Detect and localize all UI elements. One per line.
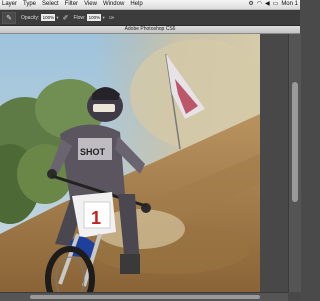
menu-filter[interactable]: Filter xyxy=(62,0,81,9)
gear-icon[interactable]: ⚙ xyxy=(248,0,253,9)
pressure-opacity-icon[interactable]: ✐ xyxy=(63,14,69,22)
wifi-icon[interactable]: ◠ xyxy=(257,0,262,9)
flow-dropdown-icon[interactable]: ▾ xyxy=(102,15,104,21)
battery-icon[interactable]: ▭ xyxy=(273,0,279,9)
airbrush-icon[interactable]: ✑ xyxy=(109,14,115,22)
vertical-scroll-thumb[interactable] xyxy=(292,82,298,202)
canvas-area[interactable]: SHOT 1 xyxy=(0,34,301,301)
menu-window[interactable]: Window xyxy=(100,0,127,9)
volume-icon[interactable]: ◀ xyxy=(265,0,270,9)
vertical-scrollbar[interactable] xyxy=(288,34,301,292)
brush-tool-icon[interactable]: ✎ xyxy=(2,11,16,24)
rider-number: 1 xyxy=(91,208,101,228)
menu-type[interactable]: Type xyxy=(20,0,39,9)
jersey-text: SHOT xyxy=(80,147,106,157)
menu-help[interactable]: Help xyxy=(127,0,145,9)
menu-select[interactable]: Select xyxy=(39,0,62,9)
window-title: Adobe Photoshop CS6 xyxy=(124,26,176,32)
menu-clock[interactable]: Mon 1 xyxy=(281,0,298,9)
flow-field[interactable]: 100% xyxy=(87,14,102,21)
menu-bar: Layer Type Select Filter View Window Hel… xyxy=(0,0,300,10)
status-area: ⚙ ◠ ◀ ▭ Mon 1 xyxy=(245,0,298,9)
horizontal-scroll-thumb[interactable] xyxy=(30,295,260,299)
menu-layer[interactable]: Layer xyxy=(0,0,20,9)
document-photo[interactable]: SHOT 1 xyxy=(0,34,260,292)
motocross-photo: SHOT 1 xyxy=(0,34,260,292)
flow-label: Flow: xyxy=(73,14,86,21)
window-title-bar: Adobe Photoshop CS6 xyxy=(0,26,300,34)
opacity-dropdown-icon[interactable]: ▾ xyxy=(56,15,58,21)
options-bar: ✎ Opacity: 100% ▾ ✐ Flow: 100% ▾ ✑ xyxy=(0,10,300,26)
opacity-label: Opacity: xyxy=(21,14,40,21)
menu-view[interactable]: View xyxy=(81,0,100,9)
opacity-field[interactable]: 100% xyxy=(41,14,56,21)
